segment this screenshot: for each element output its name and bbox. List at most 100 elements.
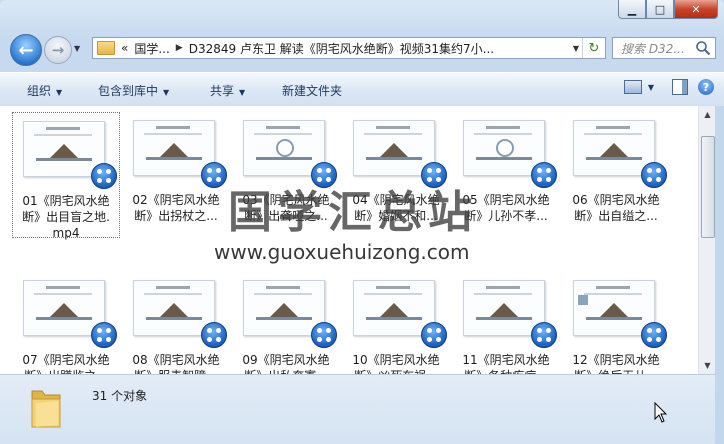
media-player-icon — [421, 322, 447, 348]
explorer-window: ▁ □ ✕ ← → ▼ « 国学... ▶ D32849 卢东卫 解读《阴宅风水… — [0, 0, 724, 444]
video-thumbnail — [573, 120, 667, 188]
search-placeholder: 搜索 D32... — [621, 41, 685, 56]
slide-baseline — [36, 317, 92, 320]
slide-diagram — [496, 139, 514, 157]
slide-diagram — [600, 303, 628, 317]
file-item[interactable]: 09《阴宅风水绝断》出私奔寡... — [232, 272, 340, 374]
slide-heading — [376, 126, 410, 129]
slide-diagram — [600, 143, 628, 157]
forward-button[interactable]: → — [44, 36, 72, 64]
scroll-up-icon[interactable]: ▲ — [699, 106, 716, 123]
file-item[interactable]: 10《阴宅风水绝断》凶死车祸... — [342, 272, 450, 374]
share-menu[interactable]: 共享 ▼ — [210, 82, 245, 99]
media-player-icon — [311, 322, 337, 348]
slide-diagram — [380, 303, 408, 317]
file-item[interactable]: 04《阴宅风水绝断》婚姻不和... — [342, 112, 450, 223]
file-name: 01《阴宅风水绝断》出目盲之地.mp4 — [22, 194, 110, 240]
maximize-button[interactable]: □ — [646, 0, 674, 19]
chevron-right-icon[interactable]: ▶ — [176, 43, 183, 53]
slide-text-line — [474, 133, 532, 135]
file-name: 11《阴宅风水绝断》各种疾病... — [462, 353, 550, 374]
slide-heading — [266, 286, 300, 289]
search-input[interactable]: 搜索 D32... — [612, 37, 716, 59]
refresh-button[interactable]: ↻ — [582, 38, 605, 58]
command-bar: 组织 ▼ 包含到库中 ▼ 共享 ▼ 新建文件夹 ▼ ? — [0, 72, 724, 107]
slide-diagram — [50, 144, 78, 158]
file-item[interactable]: 06《阴宅风水绝断》出自缢之... — [562, 112, 670, 223]
refresh-icon: ↻ — [588, 40, 600, 56]
close-button[interactable]: ✕ — [674, 0, 718, 19]
file-name: 09《阴宅风水绝断》出私奔寡... — [242, 353, 330, 374]
file-name: 05《阴宅风水绝断》儿孙不孝... — [462, 193, 550, 223]
video-thumbnail — [573, 280, 667, 348]
slide-heading — [156, 286, 190, 289]
slide-text-line — [254, 293, 312, 295]
vertical-scrollbar[interactable]: ▲ ▼ — [698, 106, 716, 374]
preview-pane-icon[interactable] — [672, 79, 688, 95]
file-item[interactable]: 08《阴宅风水绝断》服毒智障... — [122, 272, 230, 374]
video-thumbnail — [243, 280, 337, 348]
slide-diagram — [50, 303, 78, 317]
media-player-icon — [201, 162, 227, 188]
slide-text-line — [364, 133, 422, 135]
slide-diagram — [276, 139, 294, 157]
slide-baseline — [256, 317, 312, 320]
slide-heading — [266, 126, 300, 129]
scrollbar-thumb[interactable] — [701, 136, 715, 238]
breadcrumb-item-current[interactable]: D32849 卢东卫 解读《阴宅风水绝断》视频31集约7小... — [189, 40, 494, 57]
include-in-library-menu[interactable]: 包含到库中 ▼ — [98, 82, 169, 99]
address-bar[interactable]: « 国学... ▶ D32849 卢东卫 解读《阴宅风水绝断》视频31集约7小.… — [92, 37, 606, 59]
search-icon[interactable] — [695, 40, 711, 56]
organize-menu[interactable]: 组织 ▼ — [27, 82, 62, 99]
file-item[interactable]: 05《阴宅风水绝断》儿孙不孝... — [452, 112, 560, 223]
breadcrumb-overflow[interactable]: « — [121, 41, 128, 55]
file-item[interactable]: 11《阴宅风水绝断》各种疾病... — [452, 272, 560, 374]
file-item[interactable]: 03《阴宅风水绝断》出聋哑之... — [232, 112, 340, 223]
file-list: 01《阴宅风水绝断》出目盲之地.mp4 02《阴宅风水绝断》出拐杖之... 03《阴… — [0, 106, 698, 374]
file-item[interactable]: 01《阴宅风水绝断》出目盲之地.mp4 — [12, 112, 120, 240]
video-thumbnail — [133, 120, 227, 188]
video-thumbnail — [353, 120, 447, 188]
slide-diagram — [270, 303, 298, 317]
file-name: 03《阴宅风水绝断》出聋哑之... — [242, 193, 330, 223]
slide-text-line — [144, 133, 202, 135]
file-item[interactable]: 12《阴宅风水绝断》绝后无儿... — [562, 272, 670, 374]
help-icon[interactable]: ? — [698, 79, 714, 95]
recent-pages-dropdown-icon[interactable]: ▼ — [74, 44, 80, 53]
media-player-icon — [421, 162, 447, 188]
slide-photo — [578, 295, 588, 305]
media-player-icon — [531, 322, 557, 348]
slide-heading — [376, 286, 410, 289]
scroll-down-icon[interactable]: ▼ — [699, 357, 716, 374]
slide-text-line — [584, 293, 642, 295]
slide-baseline — [146, 317, 202, 320]
media-player-icon — [201, 322, 227, 348]
new-folder-button[interactable]: 新建文件夹 — [282, 82, 342, 99]
video-thumbnail — [133, 280, 227, 348]
folder-icon — [97, 41, 115, 55]
view-dropdown-icon[interactable]: ▼ — [648, 83, 654, 92]
minimize-button[interactable]: ▁ — [618, 0, 646, 19]
media-player-icon — [91, 322, 117, 348]
slide-text-line — [34, 134, 92, 136]
slide-heading — [46, 127, 80, 130]
back-button[interactable]: ← — [10, 34, 42, 66]
slide-baseline — [586, 317, 642, 320]
folder-icon — [31, 390, 61, 428]
breadcrumb-item-guoxue[interactable]: 国学... — [134, 40, 169, 57]
slide-diagram — [490, 303, 518, 317]
file-name: 08《阴宅风水绝断》服毒智障... — [132, 353, 220, 374]
file-name: 12《阴宅风水绝断》绝后无儿... — [572, 353, 660, 374]
change-view-icon[interactable] — [623, 80, 642, 94]
slide-heading — [486, 126, 520, 129]
item-count: 31 个对象 — [92, 389, 148, 403]
slide-text-line — [364, 293, 422, 295]
navigation-bar: ← → ▼ « 国学... ▶ D32849 卢东卫 解读《阴宅风水绝断》视频3… — [0, 30, 724, 68]
slide-heading — [596, 286, 630, 289]
slide-diagram — [160, 143, 188, 157]
file-item[interactable]: 02《阴宅风水绝断》出拐杖之... — [122, 112, 230, 223]
address-dropdown-icon[interactable]: ▼ — [573, 44, 579, 53]
slide-diagram — [160, 303, 188, 317]
file-item[interactable]: 07《阴宅风水绝断》出蹲监之... — [12, 272, 120, 374]
media-player-icon — [641, 162, 667, 188]
